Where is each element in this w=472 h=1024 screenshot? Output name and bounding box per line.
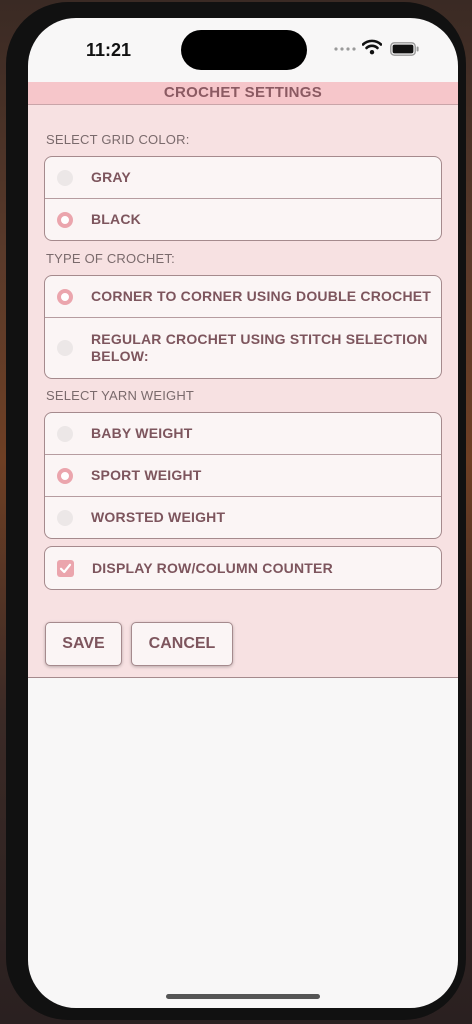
yarn-weight-label: SELECT YARN WEIGHT xyxy=(46,388,195,403)
radio-icon[interactable] xyxy=(57,169,73,186)
radio-selected-icon[interactable] xyxy=(57,288,73,305)
option-label: BLACK xyxy=(91,211,141,227)
save-button[interactable]: SAVE xyxy=(45,622,122,666)
checkbox-checked-icon[interactable] xyxy=(57,559,74,577)
crochet-type-option-regular[interactable]: REGULAR CROCHET USING STITCH SELECTION B… xyxy=(45,317,441,378)
crochet-type-label: TYPE OF CROCHET: xyxy=(46,251,175,266)
option-label: CORNER TO CORNER USING DOUBLE CROCHET xyxy=(91,288,432,304)
screen: 11:21 CROCHET SETTINGS SELECT GRID COLOR… xyxy=(28,18,458,1008)
yarn-weight-group: BABY WEIGHT SPORT WEIGHT WORSTED WEIGHT xyxy=(44,412,442,539)
option-label: REGULAR CROCHET USING STITCH SELECTION B… xyxy=(91,331,428,364)
battery-icon xyxy=(390,42,419,56)
wifi-icon xyxy=(362,39,382,55)
cancel-button[interactable]: CANCEL xyxy=(131,622,233,666)
dynamic-island xyxy=(181,30,307,70)
settings-panel: CROCHET SETTINGS SELECT GRID COLOR: GRAY… xyxy=(28,82,458,678)
status-time: 11:21 xyxy=(86,40,132,60)
crochet-type-option-c2c[interactable]: CORNER TO CORNER USING DOUBLE CROCHET xyxy=(45,276,441,317)
grid-color-label: SELECT GRID COLOR: xyxy=(46,132,190,147)
radio-icon[interactable] xyxy=(57,340,73,356)
option-label: WORSTED WEIGHT xyxy=(91,509,226,525)
grid-color-group: GRAY BLACK xyxy=(44,156,442,241)
yarn-weight-option-baby[interactable]: BABY WEIGHT xyxy=(45,413,441,454)
yarn-weight-option-worsted[interactable]: WORSTED WEIGHT xyxy=(45,496,441,538)
home-indicator[interactable] xyxy=(166,994,320,999)
row-column-counter-toggle[interactable]: DISPLAY ROW/COLUMN COUNTER xyxy=(45,547,441,589)
status-bar: 11:21 xyxy=(28,18,458,82)
radio-selected-icon[interactable] xyxy=(57,467,73,484)
option-label: SPORT WEIGHT xyxy=(91,467,202,483)
grid-color-option-black[interactable]: BLACK xyxy=(45,198,441,240)
page-title: CROCHET SETTINGS xyxy=(28,82,458,105)
counter-label: DISPLAY ROW/COLUMN COUNTER xyxy=(92,559,333,576)
checkmark-icon xyxy=(59,563,72,573)
grid-color-option-gray[interactable]: GRAY xyxy=(45,157,441,198)
option-label: GRAY xyxy=(91,169,131,185)
radio-icon[interactable] xyxy=(57,425,73,442)
radio-icon[interactable] xyxy=(57,509,73,526)
radio-selected-icon[interactable] xyxy=(57,211,73,228)
option-label: BABY WEIGHT xyxy=(91,425,193,441)
crochet-type-group: CORNER TO CORNER USING DOUBLE CROCHET RE… xyxy=(44,275,442,379)
counter-group: DISPLAY ROW/COLUMN COUNTER xyxy=(44,546,442,590)
signal-icon xyxy=(334,47,356,51)
yarn-weight-option-sport[interactable]: SPORT WEIGHT xyxy=(45,454,441,496)
phone-frame: 11:21 CROCHET SETTINGS SELECT GRID COLOR… xyxy=(6,2,466,1020)
